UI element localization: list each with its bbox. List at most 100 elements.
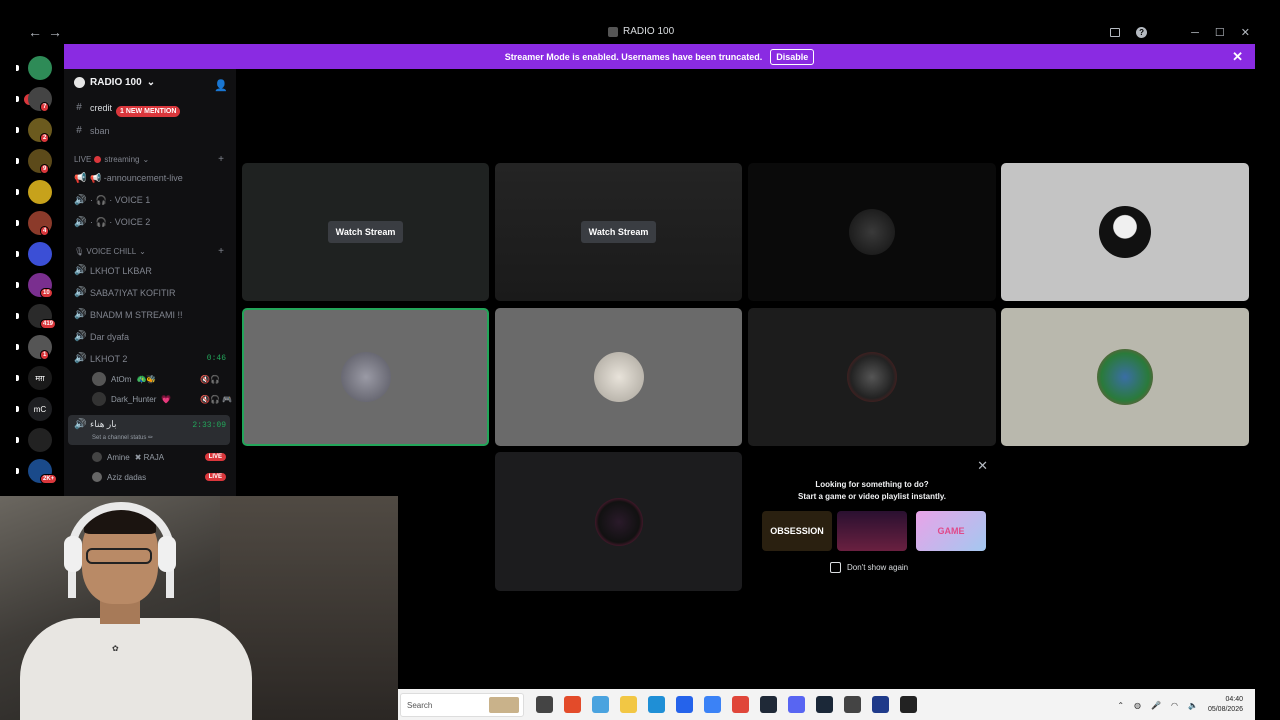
voice-user[interactable]: Dark_Hunter 💗 🔇🎧 🎮 (92, 392, 232, 406)
close-icon[interactable]: ✕ (977, 458, 988, 474)
voice-channel[interactable]: 🔊 Dar dyafa (74, 331, 129, 342)
chevron-up-icon[interactable]: ⌃ (1117, 701, 1124, 710)
taskbar-app-icon[interactable] (648, 696, 665, 713)
channel-sban[interactable]: # sban (74, 125, 109, 136)
server-header[interactable]: RADIO 100 ⌄ (74, 77, 155, 88)
add-channel-icon[interactable]: + (218, 246, 224, 257)
speaker-icon: 🔊 (74, 419, 87, 430)
channel-announcement-live[interactable]: 📢 📢 -announcement-live (74, 173, 183, 184)
speaker-icon: 🔊 (74, 265, 87, 276)
taskbar-app-icon[interactable] (788, 696, 805, 713)
watch-stream-button[interactable]: Watch Stream (580, 221, 657, 243)
window-title-text: RADIO 100 (623, 26, 675, 37)
taskbar-app-icon[interactable] (676, 696, 693, 713)
activity-subtitle-line: Start a game or video playlist instantly… (798, 492, 946, 501)
participant-tile[interactable] (748, 163, 996, 301)
participant-tile[interactable] (1001, 308, 1249, 446)
active-channel-title[interactable]: 🔊 بار هناء (74, 419, 117, 430)
stream-tile[interactable]: Watch Stream (495, 163, 742, 301)
speaker-icon: 🔊 (74, 331, 87, 342)
taskbar-app-icon[interactable] (900, 696, 917, 713)
taskbar-search[interactable]: Search (400, 692, 524, 717)
server-icon[interactable] (28, 180, 52, 204)
invite-people-icon[interactable]: 👤 (214, 79, 228, 92)
checkbox[interactable] (830, 562, 841, 573)
voice-channel[interactable]: 🔊 SABA7IYAT KOFITIR (74, 287, 176, 298)
taskbar-app-icon[interactable] (704, 696, 721, 713)
stream-tile[interactable]: Watch Stream (242, 163, 489, 301)
back-arrow-icon[interactable]: ← (28, 24, 48, 40)
channel-status[interactable]: Set a channel status ✏ (92, 434, 153, 441)
activity-card[interactable]: OBSESSION (762, 511, 832, 551)
participant-tile[interactable] (495, 452, 742, 591)
taskbar-app-icon[interactable] (816, 696, 833, 713)
username: AtOm (111, 374, 132, 384)
channel-credit[interactable]: # credit (74, 102, 112, 113)
taskbar-app-icon[interactable] (732, 696, 749, 713)
server-initials: मग़ (35, 373, 45, 383)
banner-close-icon[interactable]: ✕ (1232, 49, 1243, 65)
channel-voice-2[interactable]: 🔊 · 🎧 · VOICE 2 (74, 217, 150, 228)
taskbar-app-icon[interactable] (872, 696, 889, 713)
disable-streamer-mode-button[interactable]: Disable (770, 48, 815, 65)
voice-channel-lkhot-2[interactable]: 🔊 LKHOT 2 (74, 353, 127, 364)
taskbar-app-icon[interactable] (760, 696, 777, 713)
channel-label: credit (90, 102, 113, 113)
participant-tile[interactable] (1001, 163, 1249, 301)
mention-badge: 419 (40, 319, 57, 329)
voice-channel[interactable]: 🔊 LKHOT LKBAR (74, 265, 152, 276)
server-icon[interactable]: मग़ (28, 366, 52, 390)
speaker-icon: 🔊 (74, 353, 87, 364)
avatar (847, 352, 897, 402)
mention-badge: 2 (40, 133, 50, 143)
volume-icon[interactable]: 🔈 (1188, 701, 1198, 710)
voice-timer: 0:46 (206, 354, 226, 363)
voice-user[interactable]: AtOm 🦚🐝 🔇🎧 (92, 372, 220, 386)
network-icon[interactable]: ◍ (1134, 701, 1141, 710)
inbox-icon[interactable] (1110, 28, 1121, 37)
wifi-icon[interactable]: ◠ (1171, 701, 1178, 710)
maximize-button[interactable]: ☐ (1215, 26, 1225, 39)
activity-suggestion-panel: ✕ Looking for something to do? Start a g… (748, 452, 996, 592)
watch-stream-button[interactable]: Watch Stream (327, 221, 404, 243)
mic-icon[interactable]: 🎤 (1151, 701, 1161, 710)
server-icon[interactable] (28, 242, 52, 266)
channel-label: Dar dyafa (90, 331, 130, 342)
clock[interactable]: 04:40 05/08/2026 (1208, 695, 1243, 715)
window-controls: ? ─ ☐ ✕ (1110, 26, 1250, 39)
activity-card[interactable] (837, 511, 907, 551)
minimize-button[interactable]: ─ (1191, 27, 1199, 39)
avatar (92, 472, 102, 482)
taskbar-app-icon[interactable] (620, 696, 637, 713)
voice-user[interactable]: Aziz dadas (92, 472, 146, 482)
clock-time: 04:40 (1225, 696, 1243, 703)
unread-pip (16, 96, 19, 102)
mention-badge: 9 (40, 164, 50, 174)
add-channel-icon[interactable]: + (218, 154, 224, 165)
voice-user[interactable]: Amine ✖ RAJA (92, 452, 164, 462)
category-live-streaming[interactable]: LIVE streaming ⌄ (74, 155, 149, 164)
forward-arrow-icon[interactable]: → (48, 24, 68, 40)
taskbar-app-icon[interactable] (844, 696, 861, 713)
speaker-icon: 🔊 (74, 217, 87, 228)
taskbar-app-icon[interactable] (536, 696, 553, 713)
taskbar-app-icon[interactable] (564, 696, 581, 713)
voice-channel[interactable]: 🔊 BNADM M STREAMI !! (74, 309, 183, 320)
participant-tile[interactable] (495, 308, 742, 446)
username: Amine (107, 452, 130, 462)
server-icon[interactable]: mC (28, 397, 52, 421)
participant-tile[interactable] (748, 308, 996, 446)
taskbar-app-icon[interactable] (592, 696, 609, 713)
avatar (340, 352, 391, 402)
channel-voice-1[interactable]: 🔊 · 🎧 · VOICE 1 (74, 195, 150, 206)
help-icon[interactable]: ? (1136, 27, 1148, 38)
server-icon[interactable] (28, 56, 52, 80)
participant-tile-speaking[interactable] (242, 308, 489, 446)
new-mention-pill[interactable]: 1 NEW MENTION (116, 106, 181, 117)
category-voice-chill[interactable]: 🎙 VOICE CHILL ⌄ (74, 247, 146, 256)
activity-card[interactable]: GAME (916, 511, 986, 551)
dont-show-again-option[interactable]: Don't show again (830, 562, 908, 573)
server-icon[interactable] (28, 428, 52, 452)
category-label: streaming (104, 155, 140, 164)
close-window-button[interactable]: ✕ (1241, 26, 1250, 39)
